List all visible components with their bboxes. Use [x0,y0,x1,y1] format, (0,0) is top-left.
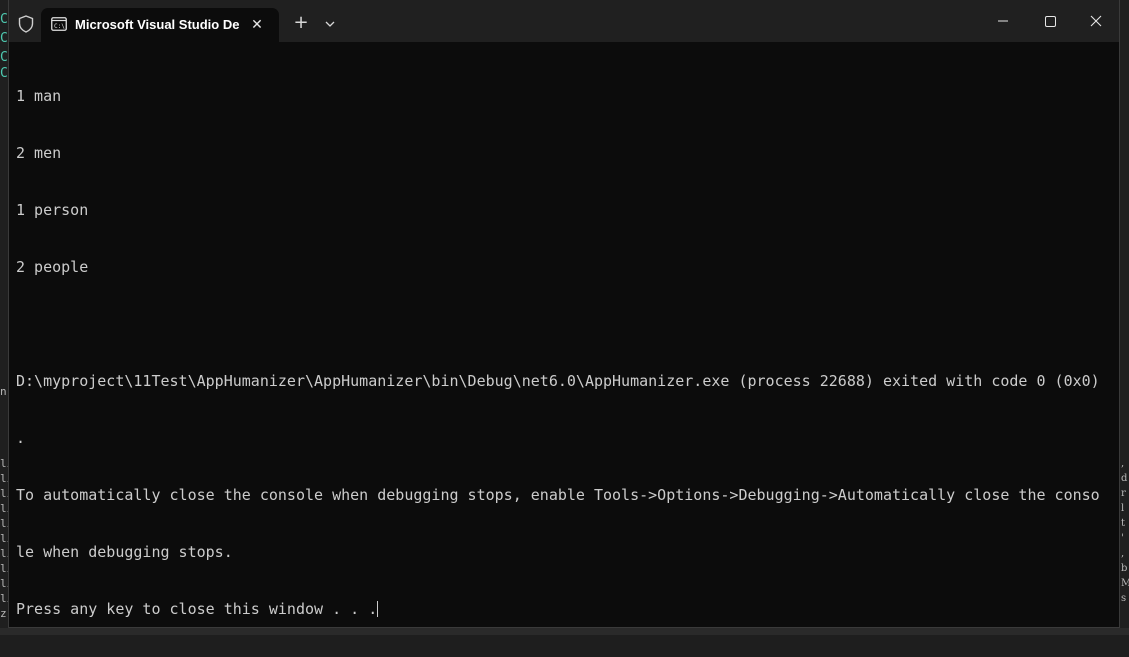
close-tab-icon[interactable]: ✕ [247,15,267,35]
minimize-icon[interactable] [980,0,1026,42]
console-prompt-line: Press any key to close this window . . . [16,600,1106,619]
close-window-icon[interactable] [1073,0,1119,42]
console-line: Press any key to close this window . . . [16,600,377,618]
scrollbar[interactable] [1113,46,1117,622]
svg-text:C:\: C:\ [54,23,65,30]
chevron-down-icon[interactable] [319,12,341,36]
background-ide-left: C C C C n li li li li li li li li li li … [0,0,8,635]
tab-title: Microsoft Visual Studio Debug Console [75,17,239,32]
console-app-icon: C:\ [51,17,67,31]
title-bar: C:\ Microsoft Visual Studio Debug Consol… [9,0,1119,42]
console-line: D:\myproject\11Test\AppHumanizer\AppHuma… [16,372,1106,391]
console-line: le when debugging stops. [16,543,1106,562]
maximize-icon[interactable] [1027,0,1073,42]
console-line: 2 men [16,144,1106,163]
background-ide-right: , d r l t ' , b M s [1120,0,1129,635]
console-line: 2 people [16,258,1106,277]
shield-icon [18,15,34,33]
console-line: To automatically close the console when … [16,486,1106,505]
console-line: . [16,429,1106,448]
console-output[interactable]: 1 man 2 men 1 person 2 people D:\myproje… [16,49,1106,619]
console-line [16,315,1106,334]
new-tab-button[interactable]: + [289,12,313,36]
console-line: 1 man [16,87,1106,106]
terminal-window: C:\ Microsoft Visual Studio Debug Consol… [8,0,1120,628]
text-cursor [377,601,378,617]
tab-debug-console[interactable]: C:\ Microsoft Visual Studio Debug Consol… [41,8,279,42]
console-line: 1 person [16,201,1106,220]
